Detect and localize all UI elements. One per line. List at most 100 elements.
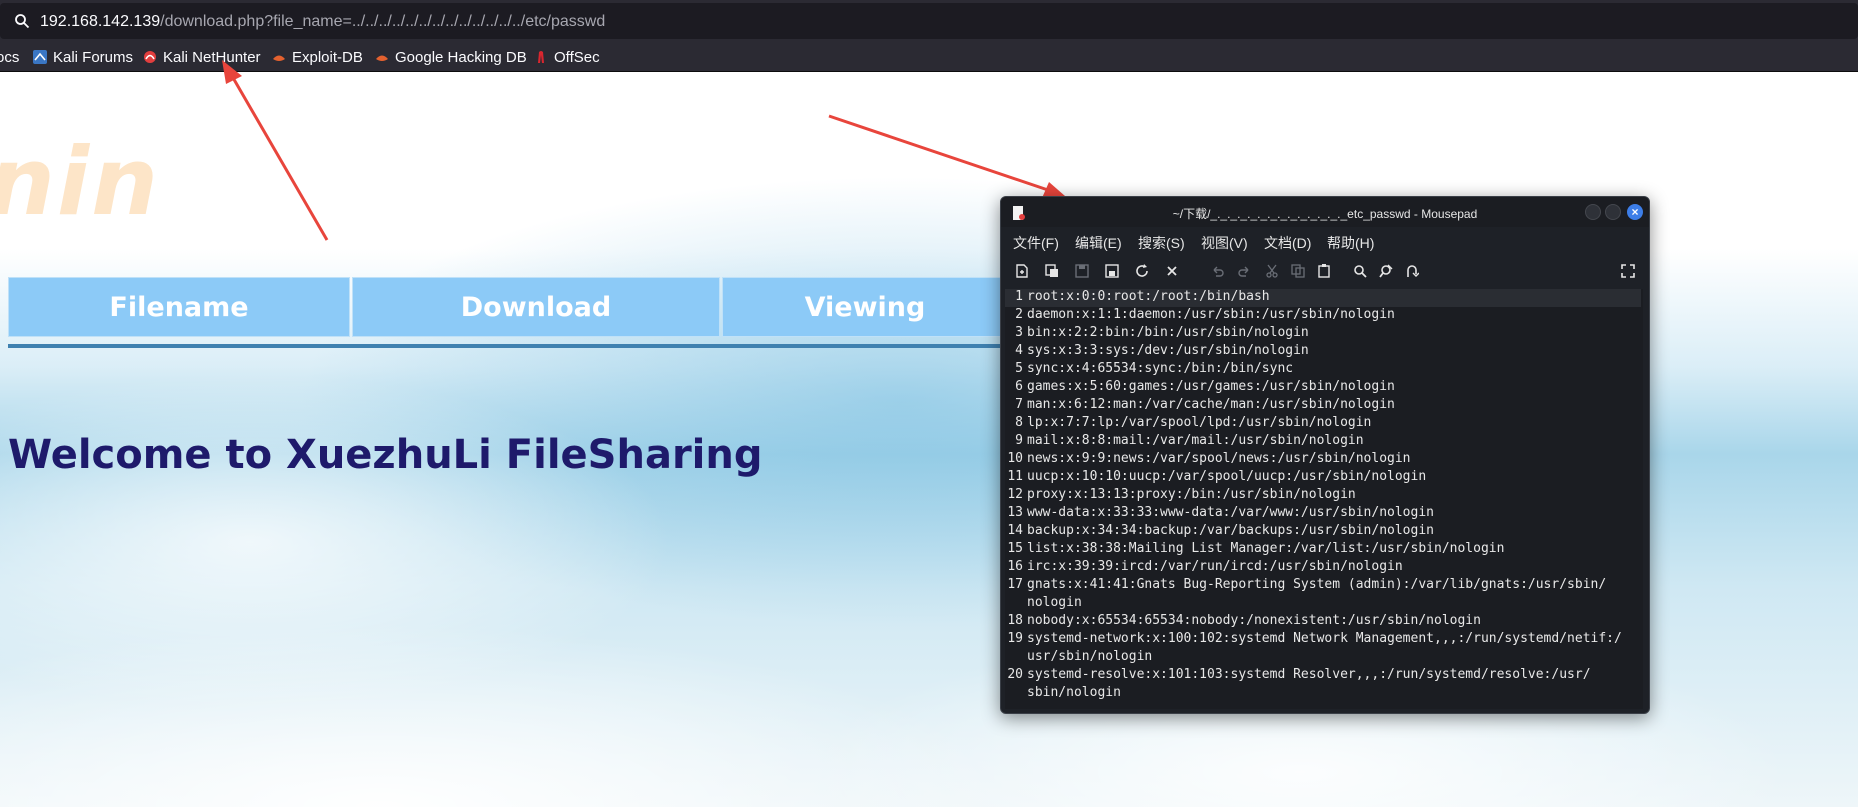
bookmark-label: OffSec	[554, 48, 600, 66]
reload-icon[interactable]	[1135, 264, 1149, 278]
find-icon[interactable]	[1353, 264, 1367, 278]
editor-line: 13 www-data:x:33:33:www-data:/var/www:/us…	[1005, 505, 1643, 523]
line-number: 4	[1015, 343, 1023, 358]
line-text: irc:x:39:39:ircd:/var/run/ircd:/usr/sbin…	[1027, 559, 1403, 574]
line-number: 18	[1007, 613, 1023, 628]
welcome-heading: Welcome to XuezhuLi FileSharing	[8, 432, 763, 478]
line-number: 19	[1007, 631, 1023, 646]
line-text: www-data:x:33:33:www-data:/var/www:/usr/…	[1027, 505, 1434, 520]
line-text: nobody:x:65534:65534:nobody:/nonexistent…	[1027, 613, 1481, 628]
line-number: 1	[1015, 289, 1023, 304]
bookmark-kali-forums[interactable]: Kali Forums	[33, 47, 133, 67]
bookmark-label: Exploit-DB	[292, 48, 363, 66]
fullscreen-icon[interactable]	[1621, 264, 1635, 278]
editor-line: sbin/nologin	[1005, 685, 1643, 703]
mousepad-window: ~/下载/_._._._._._._._._._._._._._etc_pass…	[1000, 196, 1650, 714]
editor-line: 18 nobody:x:65534:65534:nobody:/nonexiste…	[1005, 613, 1643, 631]
editor-line: 5 sync:x:4:65534:sync:/bin:/bin/sync	[1005, 361, 1643, 379]
editor-line: 10 news:x:9:9:news:/var/spool/news:/usr/s…	[1005, 451, 1643, 469]
line-text: mail:x:8:8:mail:/var/mail:/usr/sbin/nolo…	[1027, 433, 1364, 448]
line-text: proxy:x:13:13:proxy:/bin:/usr/sbin/nolog…	[1027, 487, 1356, 502]
redo-icon[interactable]	[1237, 264, 1251, 278]
line-number: 11	[1007, 469, 1023, 484]
line-text: systemd-resolve:x:101:103:systemd Resolv…	[1027, 667, 1591, 682]
close-document-icon[interactable]	[1165, 264, 1179, 278]
line-number: 8	[1015, 415, 1023, 430]
maximize-button[interactable]	[1605, 204, 1621, 220]
line-text: uucp:x:10:10:uucp:/var/spool/uucp:/usr/s…	[1027, 469, 1427, 484]
line-text: sys:x:3:3:sys:/dev:/usr/sbin/nologin	[1027, 343, 1309, 358]
offsec-icon	[538, 51, 544, 63]
bookmark-label: Google Hacking DB	[395, 48, 527, 66]
line-number: 9	[1015, 433, 1023, 448]
line-text: sbin/nologin	[1027, 685, 1121, 700]
url-input[interactable]: 192.168.142.139/download.php?file_name=.…	[0, 3, 1858, 39]
bookmark-label: ocs	[0, 48, 20, 66]
bookmark-google-hacking-db[interactable]: Google Hacking DB	[375, 47, 527, 67]
save-icon[interactable]	[1075, 264, 1089, 278]
toolbar	[1001, 255, 1649, 287]
line-number: 10	[1007, 451, 1023, 466]
bookmark-kali-nethunter[interactable]: Kali NetHunter	[143, 47, 261, 67]
undo-icon[interactable]	[1211, 264, 1225, 278]
bookmark-label: Kali NetHunter	[163, 48, 261, 66]
close-button[interactable]: ×	[1627, 204, 1643, 220]
line-number: 7	[1015, 397, 1023, 412]
nav-download[interactable]: Download	[352, 277, 720, 337]
line-text: man:x:6:12:man:/var/cache/man:/usr/sbin/…	[1027, 397, 1395, 412]
line-text: gnats:x:41:41:Gnats Bug-Reporting System…	[1027, 577, 1607, 592]
window-title: ~/下载/_._._._._._._._._._._._._._etc_pass…	[1172, 207, 1478, 221]
site-logo: nin	[0, 128, 161, 237]
editor-line: 17 gnats:x:41:41:Gnats Bug-Reporting Syst…	[1005, 577, 1643, 595]
window-titlebar[interactable]: ~/下载/_._._._._._._._._._._._._._etc_pass…	[1001, 197, 1649, 227]
line-text: list:x:38:38:Mailing List Manager:/var/l…	[1027, 541, 1505, 556]
kali-nethunter-icon	[144, 51, 156, 63]
menu-edit[interactable]: 编辑(E)	[1075, 233, 1122, 253]
cut-icon[interactable]	[1265, 264, 1279, 278]
line-text: daemon:x:1:1:daemon:/usr/sbin:/usr/sbin/…	[1027, 307, 1395, 322]
editor-line: 7 man:x:6:12:man:/var/cache/man:/usr/sbin…	[1005, 397, 1643, 415]
new-document-icon[interactable]	[1015, 264, 1029, 278]
nav-viewing[interactable]: Viewing	[722, 277, 1008, 337]
editor-line: 9 mail:x:8:8:mail:/var/mail:/usr/sbin/nol…	[1005, 433, 1643, 451]
menu-help[interactable]: 帮助(H)	[1327, 233, 1374, 253]
editor-line: 20 systemd-resolve:x:101:103:systemd Reso…	[1005, 667, 1643, 685]
line-text: systemd-network:x:100:102:systemd Networ…	[1027, 631, 1622, 646]
line-number: 5	[1015, 361, 1023, 376]
exploit-db-icon	[273, 55, 285, 61]
line-text: nologin	[1027, 595, 1082, 610]
new-window-icon[interactable]	[1045, 264, 1059, 278]
line-text: lp:x:7:7:lp:/var/spool/lpd:/usr/sbin/nol…	[1027, 415, 1372, 430]
find-replace-icon[interactable]	[1379, 264, 1393, 278]
copy-icon[interactable]	[1291, 264, 1305, 278]
menu-file[interactable]: 文件(F)	[1013, 233, 1059, 253]
menu-document[interactable]: 文档(D)	[1264, 233, 1311, 253]
bookmarks-toolbar: ocs Kali Forums Kali NetHunter Exploit-D…	[0, 42, 1858, 72]
editor-line: 1 root:x:0:0:root:/root:/bin/bash	[1005, 289, 1643, 307]
editor-line: 19 systemd-network:x:100:102:systemd Netw…	[1005, 631, 1643, 649]
nav-filename[interactable]: Filename	[8, 277, 350, 337]
bookmark-offsec[interactable]: OffSec	[534, 47, 600, 67]
line-text: games:x:5:60:games:/usr/games:/usr/sbin/…	[1027, 379, 1395, 394]
save-as-icon[interactable]	[1105, 264, 1119, 278]
line-number: 15	[1007, 541, 1023, 556]
line-number: 6	[1015, 379, 1023, 394]
editor-line: 6 games:x:5:60:games:/usr/games:/usr/sbin…	[1005, 379, 1643, 397]
url-host: 192.168.142.139	[40, 13, 161, 30]
editor-line: 11 uucp:x:10:10:uucp:/var/spool/uucp:/usr…	[1005, 469, 1643, 487]
line-text: root:x:0:0:root:/root:/bin/bash	[1027, 289, 1270, 304]
minimize-button[interactable]	[1585, 204, 1601, 220]
paste-icon[interactable]	[1317, 264, 1331, 278]
editor-line: nologin	[1005, 595, 1643, 613]
line-text: bin:x:2:2:bin:/bin:/usr/sbin/nologin	[1027, 325, 1309, 340]
menu-view[interactable]: 视图(V)	[1201, 233, 1248, 253]
bookmark-exploit-db[interactable]: Exploit-DB	[272, 47, 363, 67]
editor-line: 2 daemon:x:1:1:daemon:/usr/sbin:/usr/sbin…	[1005, 307, 1643, 325]
bookmark-docs[interactable]: ocs	[0, 47, 19, 67]
menu-search[interactable]: 搜索(S)	[1138, 233, 1185, 253]
go-to-line-icon[interactable]	[1405, 264, 1419, 278]
editor-line: 8 lp:x:7:7:lp:/var/spool/lpd:/usr/sbin/no…	[1005, 415, 1643, 433]
editor-line: 12 proxy:x:13:13:proxy:/bin:/usr/sbin/nol…	[1005, 487, 1643, 505]
text-editor[interactable]: 1 root:x:0:0:root:/root:/bin/bash 2 daemon:…	[1005, 289, 1643, 709]
line-text: backup:x:34:34:backup:/var/backups:/usr/…	[1027, 523, 1434, 538]
